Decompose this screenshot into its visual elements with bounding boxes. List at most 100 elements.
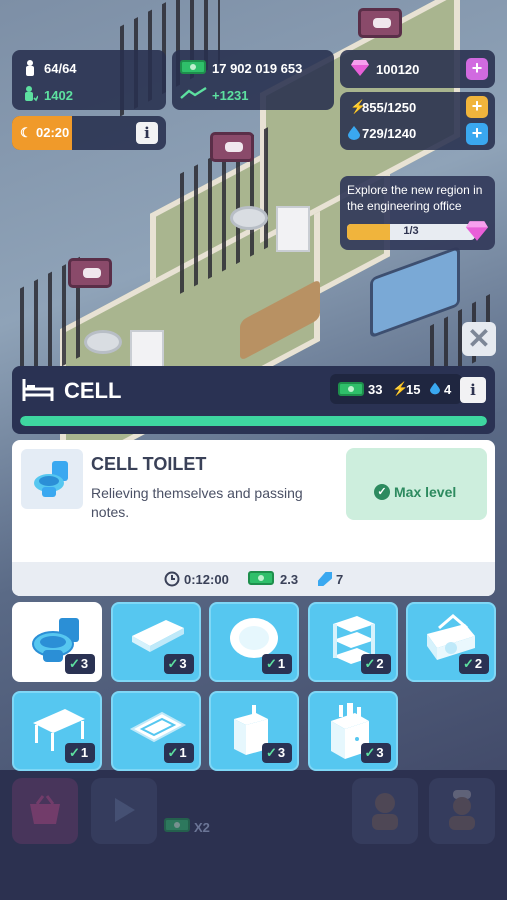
- quest-panel[interactable]: Explore the new region in the engineerin…: [340, 176, 495, 250]
- night-timer-panel[interactable]: ☾ 02:20 i: [12, 116, 166, 150]
- room-title: CELL: [64, 378, 122, 403]
- income-amount: +1231: [212, 88, 249, 103]
- check-icon: ✓: [463, 656, 474, 671]
- item-level-badge: ✓1: [163, 743, 194, 763]
- item-tile[interactable]: ✓3: [110, 602, 201, 682]
- cash-icon: [248, 571, 274, 585]
- toilet: [84, 330, 122, 354]
- room-header: CELL 33 ⚡ 15 4 i: [12, 366, 495, 434]
- toilet: [230, 206, 268, 230]
- cash-amount: 17 902 019 653: [212, 61, 303, 76]
- item-tile[interactable]: ✓1: [110, 691, 201, 771]
- cash-icon: [338, 382, 364, 396]
- item-level-badge: ✓1: [65, 743, 95, 763]
- income-trend-icon: [180, 86, 208, 103]
- item-tile[interactable]: ✓2: [307, 602, 398, 682]
- item-level: 3: [277, 745, 286, 760]
- check-icon: ✓: [266, 745, 277, 760]
- check-icon: ✓: [69, 745, 80, 760]
- item-level-badge: ✓2: [360, 654, 391, 674]
- boost-icon: [317, 571, 333, 592]
- guard-icon: [22, 86, 39, 105]
- guard-count: 1402: [44, 88, 73, 103]
- room-progress: [20, 416, 487, 426]
- item-thumbnail: [21, 449, 83, 509]
- check-icon: ✓: [364, 745, 376, 760]
- multiplier-label: X2: [194, 820, 210, 835]
- prisoner-count: 64/64: [44, 61, 77, 76]
- manager-button[interactable]: [352, 778, 418, 844]
- water-icon: [348, 126, 360, 143]
- gem-icon: [350, 59, 370, 80]
- room-cash-stat: 33: [368, 382, 383, 397]
- item-tile[interactable]: ✓2: [406, 602, 496, 682]
- room-progress-fill: [20, 416, 487, 426]
- item-tile[interactable]: ✓3: [12, 602, 102, 682]
- item-cash-rate: 2.3: [280, 572, 299, 587]
- check-icon: ✓: [364, 656, 376, 671]
- item-level-badge: ✓3: [262, 743, 292, 763]
- shop-button[interactable]: [12, 778, 78, 844]
- chef-avatar-icon: [445, 790, 479, 837]
- manager-avatar-icon: [368, 790, 402, 837]
- room-stats: 33 ⚡ 15 4: [330, 374, 462, 404]
- item-level: 3: [80, 656, 89, 671]
- item-level-badge: ✓3: [163, 654, 194, 674]
- energy-amount: 855/1250: [362, 100, 417, 115]
- play-ad-button[interactable]: [91, 778, 157, 844]
- night-timer: 02:20: [36, 125, 70, 140]
- add-water-button[interactable]: +: [466, 123, 488, 145]
- clock-icon: [164, 571, 180, 592]
- check-icon: ✓: [167, 745, 179, 760]
- item-level: 2: [376, 656, 384, 671]
- chef-button[interactable]: [429, 778, 495, 844]
- toilet-icon: [32, 459, 74, 504]
- gem-reward-icon: [464, 220, 490, 247]
- cash-icon: [180, 60, 206, 74]
- quest-progress: 1/3: [347, 224, 475, 240]
- item-tile[interactable]: ✓3: [307, 691, 398, 771]
- room-water-stat: 4: [444, 382, 452, 397]
- item-time: 0:12:00: [184, 572, 229, 587]
- population-panel[interactable]: 64/64 1402: [12, 50, 166, 110]
- item-level: 1: [80, 745, 89, 760]
- item-tile[interactable]: ✓1: [12, 691, 102, 771]
- max-level-label: Max level: [394, 484, 457, 500]
- item-level: 2: [474, 656, 483, 671]
- room-info-button[interactable]: i: [460, 377, 486, 403]
- item-level: 1: [179, 745, 187, 760]
- close-button[interactable]: ✕: [462, 322, 496, 356]
- item-level-badge: ✓2: [459, 654, 489, 674]
- quest-text: Explore the new region in the engineerin…: [347, 183, 483, 213]
- sink: [276, 206, 310, 252]
- room-energy-stat: 15: [406, 382, 421, 397]
- cash-panel[interactable]: 17 902 019 653 +1231: [172, 50, 334, 110]
- cell-sign: [68, 258, 112, 288]
- cell-sign: [358, 8, 402, 38]
- night-info-button[interactable]: i: [136, 122, 158, 144]
- cell-sign: [210, 132, 254, 162]
- moon-icon: ☾: [20, 125, 32, 140]
- item-level-badge: ✓3: [360, 743, 391, 763]
- item-boost: 7: [336, 572, 344, 587]
- item-description: Relieving themselves and passing notes.: [91, 485, 303, 520]
- item-level-badge: ✓1: [262, 654, 292, 674]
- check-icon: ✓: [167, 656, 179, 671]
- resources-panel[interactable]: ⚡ 855/1250 + 729/1240 +: [340, 92, 495, 150]
- add-energy-button[interactable]: +: [466, 96, 488, 118]
- item-tile[interactable]: ✓3: [209, 691, 299, 771]
- item-detail-card: CELL TOILET Relieving themselves and pas…: [12, 440, 495, 596]
- cash-icon: [164, 818, 190, 832]
- water-amount: 729/1240: [362, 126, 417, 141]
- item-title: CELL TOILET: [91, 454, 207, 474]
- gems-panel[interactable]: 100120 +: [340, 50, 495, 88]
- prisoner-icon: [24, 60, 36, 79]
- quest-progress-label: 1/3: [403, 225, 419, 237]
- item-level-badge: ✓3: [65, 654, 95, 674]
- check-icon: ✓: [266, 656, 277, 671]
- item-tile[interactable]: ✓1: [209, 602, 299, 682]
- check-icon: ✓: [69, 656, 80, 671]
- item-level: 3: [179, 656, 187, 671]
- water-icon: [430, 382, 440, 400]
- add-gems-button[interactable]: +: [466, 58, 488, 80]
